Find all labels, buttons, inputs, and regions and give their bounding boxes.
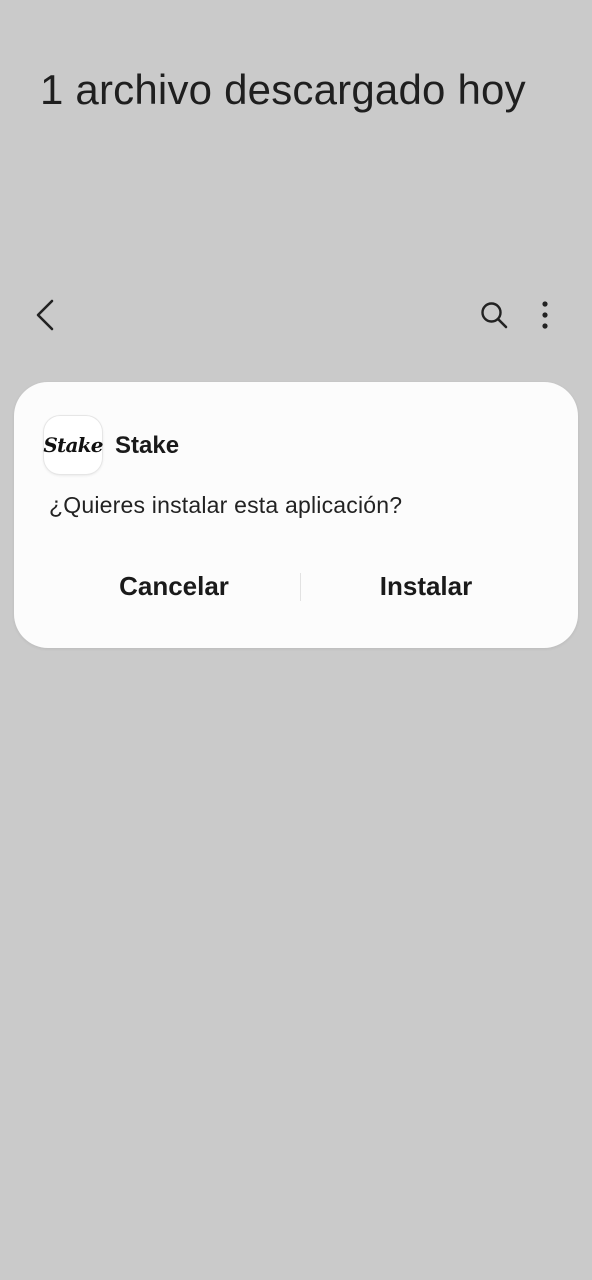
back-button[interactable] xyxy=(22,286,68,344)
more-vertical-icon xyxy=(542,301,548,329)
search-icon xyxy=(481,302,508,329)
button-divider xyxy=(300,573,301,601)
install-prompt: ¿Quieres instalar esta aplicación? xyxy=(49,492,403,518)
toolbar xyxy=(0,286,592,344)
install-dialog: Stake Stake ¿Quieres instalar esta aplic… xyxy=(14,382,578,648)
chevron-left-icon xyxy=(36,299,54,331)
app-icon: Stake xyxy=(43,416,103,474)
stake-logo-icon: Stake xyxy=(43,433,103,457)
page-title: 1 archivo descargado hoy xyxy=(40,66,526,113)
install-button[interactable]: Instalar xyxy=(302,558,550,614)
app-name: Stake xyxy=(115,432,180,459)
more-options-button[interactable] xyxy=(522,286,568,344)
cancel-button[interactable]: Cancelar xyxy=(34,558,314,614)
search-button[interactable] xyxy=(470,286,518,344)
